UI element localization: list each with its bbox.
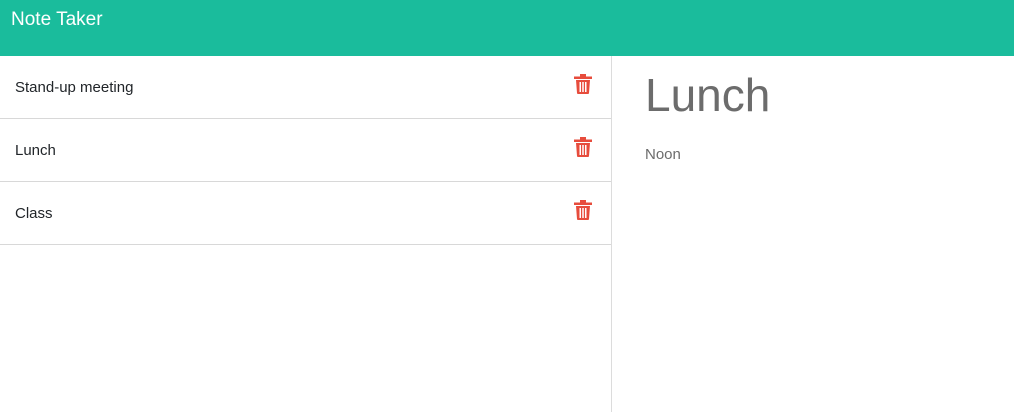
note-list: Stand-up meeting Lunch Class bbox=[0, 56, 612, 412]
note-title: Class bbox=[15, 204, 53, 222]
navbar: Note Taker bbox=[0, 0, 1014, 56]
note-view-text[interactable]: Noon bbox=[645, 146, 981, 164]
main-content: Stand-up meeting Lunch Class Lunch Noon bbox=[0, 56, 1014, 412]
note-item-class[interactable]: Class bbox=[0, 182, 611, 245]
note-item-stand-up-meeting[interactable]: Stand-up meeting bbox=[0, 56, 611, 119]
trash-icon[interactable] bbox=[574, 74, 592, 94]
note-title: Stand-up meeting bbox=[15, 78, 134, 96]
note-view-title[interactable]: Lunch bbox=[645, 66, 981, 124]
trash-icon[interactable] bbox=[574, 137, 592, 157]
app-brand[interactable]: Note Taker bbox=[11, 9, 103, 30]
trash-icon[interactable] bbox=[574, 200, 592, 220]
note-item-lunch[interactable]: Lunch bbox=[0, 119, 611, 182]
note-view: Lunch Noon bbox=[612, 56, 1014, 412]
note-title: Lunch bbox=[15, 141, 56, 159]
